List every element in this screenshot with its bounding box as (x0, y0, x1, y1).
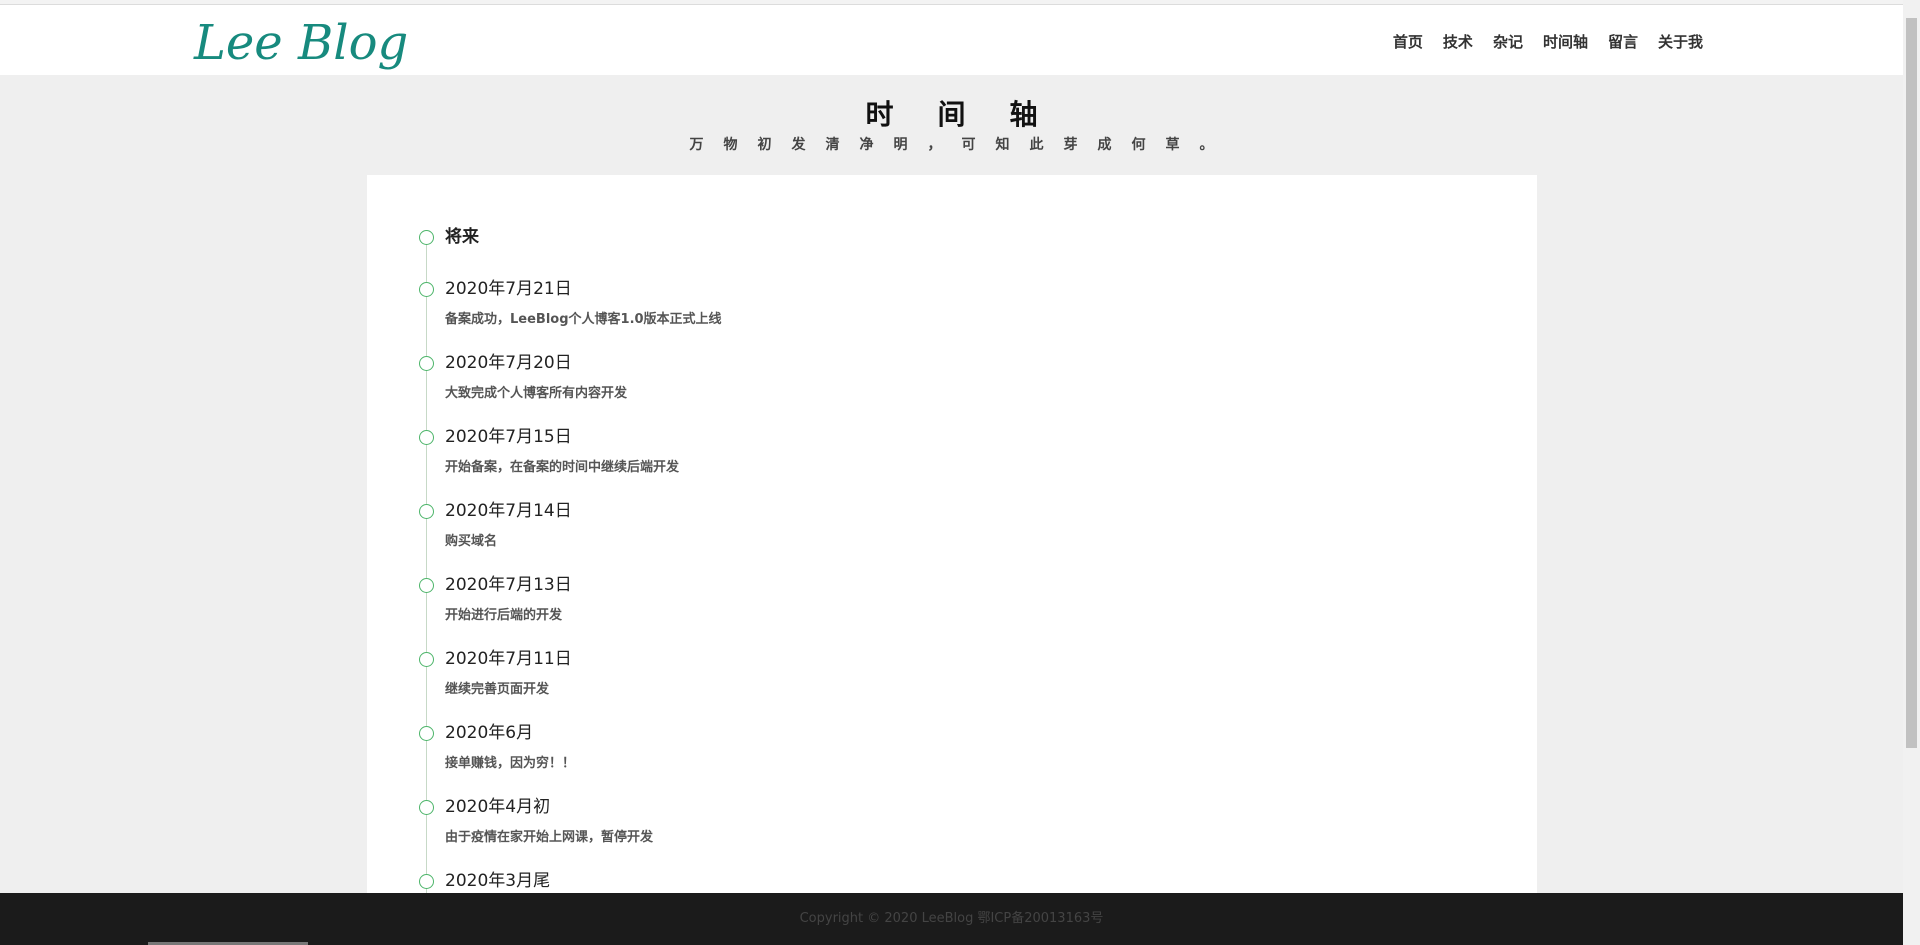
site-logo[interactable]: Lee Blog (194, 11, 408, 75)
timeline-desc: 开始进行后端的开发 (445, 608, 563, 623)
timeline-date: 2020年7月21日 (445, 279, 572, 299)
timeline-card: 将来 2020年7月21日 备案成功，LeeBlog个人博客1.0版本正式上线 … (367, 175, 1537, 895)
timeline-date: 2020年7月20日 (445, 353, 572, 373)
timeline-desc: 接单赚钱，因为穷！！ (445, 756, 576, 771)
vertical-scrollbar[interactable] (1903, 0, 1920, 945)
site-footer: Copyright © 2020 LeeBlog 鄂ICP备20013163号 (0, 893, 1903, 945)
timeline-dot-icon (419, 430, 434, 445)
timeline-dot-icon (419, 800, 434, 815)
timeline-date: 2020年7月13日 (445, 575, 572, 595)
timeline-desc: 备案成功，LeeBlog个人博客1.0版本正式上线 (445, 312, 722, 327)
nav-item-tech[interactable]: 技术 (1443, 31, 1473, 52)
page-title: 时间轴 (865, 98, 1082, 131)
timeline-line (426, 235, 427, 895)
nav-item-about[interactable]: 关于我 (1658, 31, 1703, 52)
timeline-dot-icon (419, 504, 434, 519)
timeline-dot-icon (419, 282, 434, 297)
page-heading: 时间轴 万物初发清净明，可知此芽成何草。 (0, 75, 1903, 175)
timeline-date: 2020年7月15日 (445, 427, 572, 447)
timeline-desc: 购买域名 (445, 534, 498, 549)
timeline-desc: 由于疫情在家开始上网课，暂停开发 (445, 830, 654, 845)
timeline-dot-icon (419, 726, 434, 741)
timeline-desc: 继续完善页面开发 (445, 682, 550, 697)
timeline-dot-icon (419, 652, 434, 667)
timeline-dot-icon (419, 356, 434, 371)
timeline-dot-icon (419, 874, 434, 889)
footer-copyright: Copyright © 2020 LeeBlog 鄂ICP备20013163号 (799, 911, 1104, 926)
scrollbar-thumb[interactable] (1906, 18, 1917, 748)
timeline-dot-icon (419, 578, 434, 593)
nav-item-notes[interactable]: 杂记 (1493, 31, 1523, 52)
timeline-dot-icon (419, 230, 434, 245)
nav-item-guestbook[interactable]: 留言 (1608, 31, 1638, 52)
timeline-desc: 大致完成个人博客所有内容开发 (445, 386, 628, 401)
timeline-date: 2020年6月 (445, 723, 534, 743)
timeline-desc: 开始备案，在备案的时间中继续后端开发 (445, 460, 680, 475)
page-subtitle: 万物初发清净明，可知此芽成何草。 (689, 137, 1234, 153)
timeline-date: 将来 (445, 227, 479, 247)
site-header: Lee Blog 首页 技术 杂记 时间轴 留言 关于我 (0, 5, 1903, 75)
nav-item-home[interactable]: 首页 (1393, 31, 1423, 52)
timeline-date: 2020年7月11日 (445, 649, 572, 669)
timeline-date: 2020年7月14日 (445, 501, 572, 521)
nav-item-timeline[interactable]: 时间轴 (1543, 31, 1588, 52)
timeline-date: 2020年3月尾 (445, 871, 551, 891)
main-nav: 首页 技术 杂记 时间轴 留言 关于我 (1393, 31, 1703, 52)
timeline-date: 2020年4月初 (445, 797, 551, 817)
